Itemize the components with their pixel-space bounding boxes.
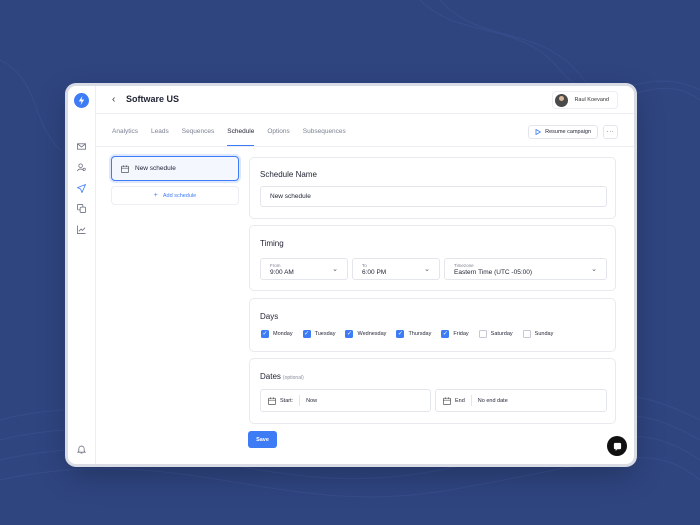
side-rail [68, 86, 96, 464]
day-monday[interactable]: ✓ Monday [261, 330, 293, 338]
day-thursday[interactable]: ✓ Thursday [396, 330, 431, 338]
mail-icon[interactable] [75, 140, 88, 153]
top-bar: ‹ Software US Raul Koevand [96, 86, 634, 114]
save-button[interactable]: Save [248, 431, 277, 448]
checkbox-unchecked[interactable] [522, 330, 531, 338]
to-caption: To [362, 263, 367, 268]
checkbox-checked[interactable]: ✓ [396, 330, 405, 338]
divider [299, 395, 301, 406]
day-wednesday[interactable]: ✓ Wednesday [345, 330, 386, 338]
from-time-select[interactable]: From 9:00 AM ⌄ [260, 258, 348, 280]
day-saturday[interactable]: Saturday [478, 330, 513, 338]
calendar-icon [121, 164, 129, 173]
day-sunday[interactable]: Sunday [522, 330, 554, 338]
end-value: No end date [477, 397, 508, 404]
more-options-button[interactable]: ··· [603, 125, 618, 139]
day-tuesday[interactable]: ✓ Tuesday [302, 330, 336, 338]
checkbox-unchecked[interactable] [478, 330, 487, 338]
chevron-down-icon: ⌄ [332, 266, 338, 273]
calendar-icon [443, 396, 451, 405]
tab-analytics[interactable]: Analytics [112, 122, 143, 146]
start-value: Now [306, 397, 318, 404]
from-caption: From [270, 263, 281, 268]
day-label: Friday [453, 331, 469, 337]
schedule-name-value: New schedule [270, 193, 311, 200]
day-label: Sunday [534, 331, 554, 337]
checkbox-checked[interactable]: ✓ [261, 330, 269, 338]
user-name: Raul Koevand [574, 97, 609, 103]
to-value: 6:00 PM [362, 269, 387, 276]
chevron-left-icon[interactable]: ‹ [112, 94, 115, 105]
app-window: ‹ Software US Raul Koevand Analytics Lea… [68, 86, 634, 464]
tab-divider [96, 146, 634, 147]
to-time-select[interactable]: To 6:00 PM ⌄ [352, 258, 440, 280]
schedule-name-card: Schedule Name New schedule [249, 157, 616, 219]
start-date-field[interactable]: Start: Now [260, 389, 431, 412]
timezone-caption: Timezone [454, 263, 474, 268]
bell-icon[interactable] [75, 443, 88, 456]
from-value: 9:00 AM [270, 269, 294, 276]
contacts-icon[interactable] [75, 161, 88, 174]
add-schedule-label: Add schedule [162, 192, 197, 199]
day-friday[interactable]: ✓ Friday [441, 330, 469, 338]
chat-icon[interactable] [607, 436, 627, 456]
timezone-value: Eastern Time (UTC -05:00) [454, 269, 533, 276]
chevron-down-icon: ⌄ [591, 266, 597, 273]
days-card: Days ✓ Monday ✓ Tuesday ✓ Wednesday ✓ Thursd… [249, 298, 616, 352]
checkbox-checked[interactable]: ✓ [302, 330, 311, 338]
resume-campaign-label: Resume campaign [545, 129, 591, 135]
timing-title: Timing [260, 239, 284, 248]
day-label: Tuesday [314, 331, 336, 337]
schedule-list-item-label: New schedule [135, 165, 176, 172]
tab-schedule[interactable]: Schedule [227, 122, 259, 146]
tab-options[interactable]: Options [267, 122, 294, 146]
checkbox-checked[interactable]: ✓ [441, 330, 450, 338]
tab-bar: Analytics Leads Sequences Schedule Optio… [112, 122, 359, 146]
add-schedule-button[interactable]: + Add schedule [111, 186, 239, 205]
schedule-list-item[interactable]: New schedule [111, 156, 239, 181]
end-date-field[interactable]: End No end date [435, 389, 607, 412]
day-label: Saturday [490, 331, 513, 337]
days-list: ✓ Monday ✓ Tuesday ✓ Wednesday ✓ Thursday ✓ F… [261, 330, 563, 338]
tab-sequences[interactable]: Sequences [182, 122, 220, 146]
start-label: Start: [280, 397, 294, 404]
logo-icon[interactable] [74, 93, 89, 108]
dates-title: Dates (optional) [260, 372, 304, 381]
end-label: End [455, 397, 465, 404]
day-label: Wednesday [357, 331, 387, 337]
schedule-name-input[interactable]: New schedule [260, 186, 607, 207]
day-label: Thursday [408, 331, 432, 337]
days-title: Days [260, 312, 279, 321]
tab-subsequences[interactable]: Subsequences [303, 122, 351, 146]
optional-label: (optional) [282, 375, 304, 381]
timing-card: Timing From 9:00 AM ⌄ To 6:00 PM ⌄ Timez… [249, 225, 616, 291]
calendar-icon [268, 396, 276, 405]
timezone-select[interactable]: Timezone Eastern Time (UTC -05:00) ⌄ [444, 258, 607, 280]
schedule-name-title: Schedule Name [260, 170, 317, 179]
avatar [555, 93, 569, 107]
tab-leads[interactable]: Leads [151, 122, 174, 146]
dates-card: Dates (optional) Start: Now End No end da… [249, 358, 616, 424]
copy-icon[interactable] [75, 202, 88, 215]
user-menu[interactable]: Raul Koevand [552, 91, 618, 109]
send-icon[interactable] [75, 182, 88, 195]
divider [470, 395, 472, 406]
checkbox-checked[interactable]: ✓ [345, 330, 354, 338]
chevron-down-icon: ⌄ [424, 266, 430, 273]
dates-title-text: Dates [260, 372, 281, 381]
chart-icon[interactable] [75, 223, 88, 236]
page-title: Software US [126, 94, 180, 104]
resume-campaign-button[interactable]: Resume campaign [528, 125, 598, 139]
day-label: Monday [273, 331, 293, 337]
plus-icon: + [153, 192, 158, 199]
play-icon [535, 129, 542, 135]
